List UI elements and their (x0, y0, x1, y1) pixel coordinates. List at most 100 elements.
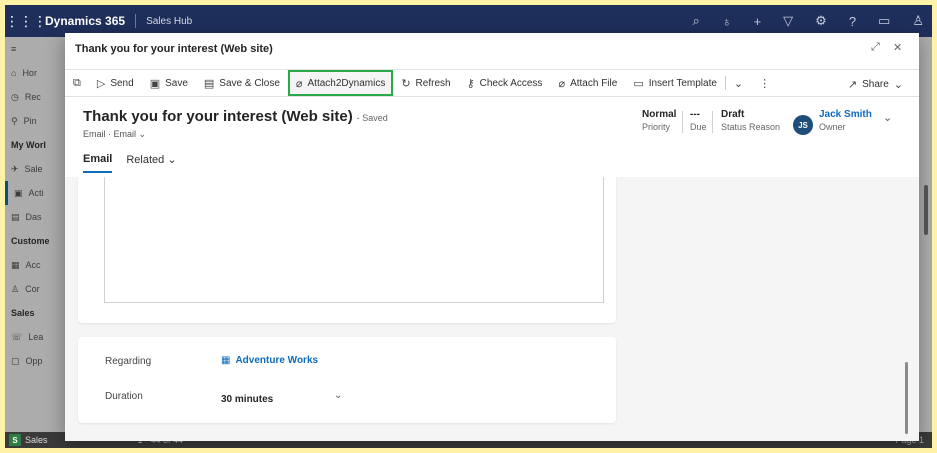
tab-email[interactable]: Email (83, 153, 113, 173)
owner-label: Owner (819, 122, 846, 132)
clock-icon: ◷ (11, 91, 19, 102)
dashboard-icon: ▤ (11, 211, 20, 222)
sidebar-item-label: Opp (25, 356, 43, 366)
save-status: - Saved (356, 113, 388, 123)
check-access-button[interactable]: ⚷ Check Access (459, 71, 551, 95)
sidebar-item-sales[interactable]: ✈ Sale (5, 157, 67, 181)
sidebar-item-home[interactable]: ⌂ Hor (5, 61, 67, 85)
divider (135, 14, 137, 28)
dialog-scrollbar[interactable] (905, 362, 908, 434)
chevron-down-icon[interactable]: ⌄ (334, 390, 342, 401)
sidebar-item-recent[interactable]: ◷ Rec (5, 85, 67, 109)
sidebar-item-opportunities[interactable]: ▢ Opp (5, 349, 67, 373)
share-button[interactable]: ↗ Share ⌄ (840, 72, 911, 96)
avatar[interactable]: JS (793, 115, 813, 135)
filter-icon[interactable]: ▽ (783, 13, 793, 29)
insert-template-dropdown[interactable]: ⌄ (726, 71, 751, 95)
insert-template-button[interactable]: ▭ Insert Template (625, 71, 725, 95)
chat-icon[interactable]: ▭ (878, 13, 890, 29)
plus-icon[interactable]: + (754, 14, 762, 29)
regarding-value: Adventure Works (235, 355, 319, 366)
environment-badge[interactable]: S (9, 434, 21, 446)
header-owner: Jack Smith Owner (819, 109, 872, 132)
send-icon: ▷ (96, 77, 106, 90)
status-value: Draft (721, 109, 745, 120)
due-label: Due (690, 122, 707, 132)
sidebar-item-activities[interactable]: ▣ Acti (5, 181, 67, 205)
save-and-close-button[interactable]: ▤ Save & Close (196, 71, 288, 95)
refresh-label: Refresh (415, 77, 451, 89)
close-icon[interactable]: ✕ (893, 41, 902, 54)
app-name[interactable]: Dynamics 365 (45, 14, 125, 28)
activity-icon: ▣ (14, 187, 23, 198)
opportunity-icon: ▢ (11, 355, 20, 366)
due-value: --- (690, 109, 700, 120)
divider (712, 111, 713, 133)
form-selector[interactable]: Email (114, 129, 137, 139)
sidebar-item-dashboards[interactable]: ▤ Das (5, 205, 67, 229)
record-title: Thank you for your interest (Web site) - … (83, 108, 388, 125)
tab-related[interactable]: Related ⌄ (126, 153, 176, 173)
sidebar-group-sales: Sales (11, 308, 35, 318)
save-close-icon: ▤ (203, 77, 215, 90)
save-label: Save (165, 77, 188, 89)
sidebar-item-label: Hor (22, 68, 37, 78)
help-icon[interactable]: ? (849, 14, 856, 29)
save-button[interactable]: ▣ Save (142, 71, 196, 95)
paperclip-icon: ⌀ (558, 77, 566, 90)
chevron-down-icon[interactable]: ⌄ (883, 111, 892, 124)
sidebar-item-label: Sale (24, 164, 43, 174)
sidebar-item-label: Pin (23, 116, 37, 126)
popout-button[interactable]: ⧉ (65, 71, 89, 95)
person-icon[interactable]: ♙ (912, 13, 924, 29)
status-label: Status Reason (721, 122, 781, 132)
save-icon: ▣ (149, 77, 161, 90)
popout-icon: ⧉ (73, 76, 81, 89)
phone-icon: ☏ (11, 331, 23, 342)
sidebar-item-label: Lea (28, 332, 44, 342)
record-subtitle: Email · Email ⌄ (83, 129, 147, 139)
chevron-down-icon[interactable]: ⌄ (139, 129, 147, 139)
owner-name[interactable]: Jack Smith (819, 109, 872, 120)
attach-file-button[interactable]: ⌀ Attach File (550, 71, 625, 95)
header-due: --- Due (690, 109, 707, 132)
sidebar-item-label: Rec (24, 92, 41, 102)
sidebar-item-leads[interactable]: ☏ Lea (5, 325, 67, 349)
email-body-editor[interactable] (104, 177, 604, 303)
send-button[interactable]: ▷ Send (89, 71, 142, 95)
more-commands-button[interactable]: ⋮ (751, 71, 778, 95)
building-icon: ▦ (11, 259, 20, 270)
save-close-label: Save & Close (219, 77, 280, 89)
email-body-section (78, 177, 616, 323)
expand-icon[interactable]: ⤢ (871, 41, 880, 54)
side-navigation: ≡ ⌂ Hor ◷ Rec ⚲ Pin My Worl ✈ Sale ▣ Acti ▤ Da… (5, 37, 67, 432)
lightbulb-icon[interactable]: ♁ (722, 14, 732, 29)
sidebar-item-accounts[interactable]: ▦ Acc (5, 253, 67, 277)
form-tabs: Email Related ⌄ (83, 153, 177, 173)
duration-select[interactable]: 30 minutes (221, 394, 273, 405)
sidebar-item-label: Cor (25, 284, 40, 294)
refresh-icon: ↻ (401, 77, 411, 90)
sidebar-group-my-work: My Worl (11, 140, 46, 150)
record-title-text: Thank you for your interest (Web site) (83, 108, 353, 125)
pin-icon: ⚲ (11, 115, 18, 126)
attach-file-label: Attach File (570, 77, 618, 89)
search-icon[interactable]: ⌕ (693, 13, 700, 29)
regarding-lookup[interactable]: ▦ Adventure Works (221, 355, 318, 366)
sidebar-item-pinned[interactable]: ⚲ Pin (5, 109, 67, 133)
waffle-icon[interactable]: ⋮⋮⋮ (5, 13, 47, 30)
gear-icon[interactable]: ⚙ (815, 13, 827, 29)
refresh-button[interactable]: ↻ Refresh (393, 71, 458, 95)
background-scrollbar[interactable] (924, 185, 928, 235)
sidebar-item-contacts[interactable]: ♙ Cor (5, 277, 67, 301)
menu-icon[interactable]: ≡ (5, 37, 67, 61)
divider (682, 111, 683, 133)
home-icon: ⌂ (11, 68, 17, 78)
form-body: Regarding ▦ Adventure Works Duration 30 m… (65, 177, 919, 441)
key-icon: ⚷ (466, 77, 475, 90)
app-area: Sales Hub (146, 15, 193, 27)
chevron-down-icon: ⌄ (733, 77, 744, 90)
environment-name[interactable]: Sales (25, 435, 48, 445)
attach2dynamics-button[interactable]: ⌀ Attach2Dynamics (287, 70, 394, 96)
chevron-down-icon: ⌄ (893, 78, 903, 91)
